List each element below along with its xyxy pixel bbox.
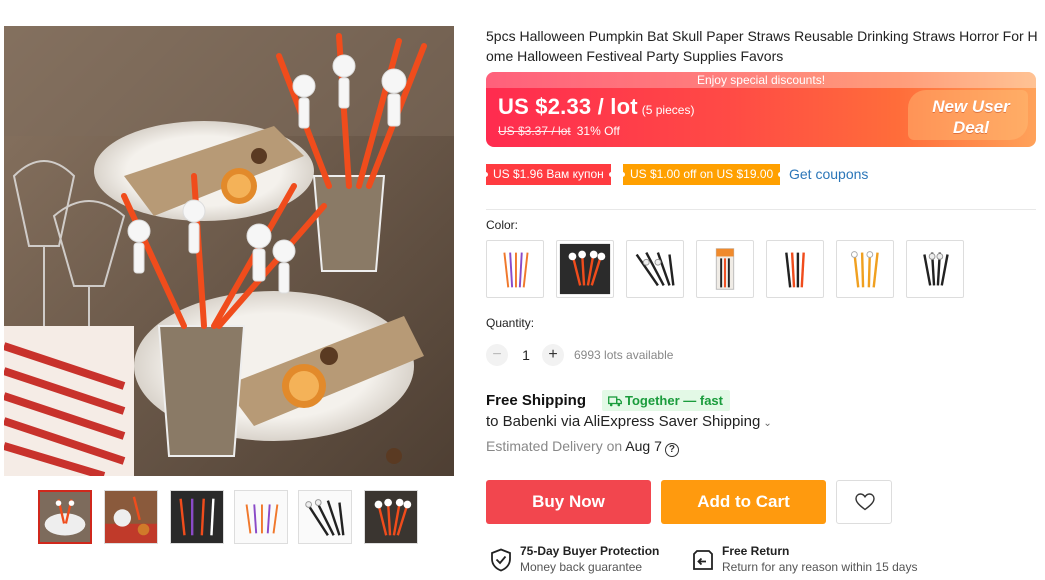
thumbnail-3[interactable] [170, 490, 224, 544]
color-swatch-5[interactable] [766, 240, 824, 298]
new-user-deal-badge: New User Deal [926, 96, 1016, 138]
thumbnail-4[interactable] [234, 490, 288, 544]
badge-line-1: New User [932, 97, 1010, 116]
thumbnail-2[interactable] [104, 490, 158, 544]
section-divider [486, 209, 1036, 210]
price-banner: Enjoy special discounts! US $2.33 / lot(… [486, 72, 1036, 147]
truck-icon [608, 396, 622, 407]
together-fast-badge: Together — fast [602, 390, 730, 411]
quantity-label: Quantity: [486, 316, 535, 330]
help-icon[interactable]: ? [664, 443, 679, 457]
color-label: Color: [486, 218, 519, 232]
price-main: US $2.33 / lot (5 pieces) [498, 94, 694, 120]
together-fast-text: Together — fast [625, 393, 723, 408]
original-price: US $3.37 / lot [498, 124, 571, 138]
estimated-delivery: Estimated Delivery on Aug 7? [486, 438, 679, 457]
return-title: Free Return [722, 544, 790, 558]
quantity-minus-button[interactable]: − [486, 344, 508, 366]
color-swatch-2[interactable] [556, 240, 614, 298]
return-box-icon [693, 550, 713, 570]
heart-icon [855, 493, 875, 511]
badge-line-2: Deal [953, 118, 989, 137]
delivery-prefix: Estimated Delivery on [486, 438, 623, 454]
get-coupons-link[interactable]: Get coupons [789, 164, 868, 185]
color-swatch-3[interactable] [626, 240, 684, 298]
price-pieces: (5 pieces) [641, 103, 695, 117]
product-title: 5pcs Halloween Pumpkin Bat Skull Paper S… [486, 28, 1038, 64]
shipping-route[interactable]: to Babenki via AliExpress Saver Shipping… [486, 413, 772, 430]
color-swatch-7[interactable] [906, 240, 964, 298]
price-original-row: US $3.37 / lot 31% Off [498, 124, 620, 138]
return-subtitle: Return for any reason within 15 days [722, 560, 918, 574]
product-info-panel: 5pcs Halloween Pumpkin Bat Skull Paper S… [483, 26, 1038, 574]
discount-percent: 31% Off [576, 124, 620, 138]
thumbnail-6[interactable] [364, 490, 418, 544]
color-swatch-1[interactable] [486, 240, 544, 298]
quantity-plus-button[interactable]: + [542, 344, 564, 366]
color-swatch-4[interactable] [696, 240, 754, 298]
protection-title: 75-Day Buyer Protection [520, 544, 660, 558]
buy-now-button[interactable]: Buy Now [486, 480, 651, 524]
delivery-date: Aug 7 [625, 438, 662, 454]
shipping-route-text: to Babenki via AliExpress Saver Shipping [486, 413, 761, 430]
wishlist-button[interactable] [836, 480, 892, 524]
thumbnail-5[interactable] [298, 490, 352, 544]
guarantees-row: 75-Day Buyer Protection Money back guara… [486, 544, 1038, 580]
current-price: US $2.33 / lot [498, 94, 638, 119]
color-swatch-6[interactable] [836, 240, 894, 298]
thumbnail-1[interactable] [38, 490, 92, 544]
coupon-rub[interactable]: US $1.96 Вам купон [483, 164, 614, 185]
add-to-cart-button[interactable]: Add to Cart [661, 480, 826, 524]
promo-strip: Enjoy special discounts! [486, 72, 1036, 88]
chevron-down-icon: ⌄ [763, 418, 772, 429]
protection-subtitle: Money back guarantee [520, 560, 643, 574]
coupon-store[interactable]: US $1.00 off on US $19.00 [619, 164, 784, 185]
lots-available: 6993 lots available [574, 348, 674, 362]
thumbnail-strip [38, 490, 438, 546]
quantity-value[interactable]: 1 [516, 344, 536, 366]
free-shipping-title: Free Shipping [486, 392, 587, 409]
shield-check-icon [491, 548, 511, 572]
main-product-image[interactable] [4, 26, 454, 476]
